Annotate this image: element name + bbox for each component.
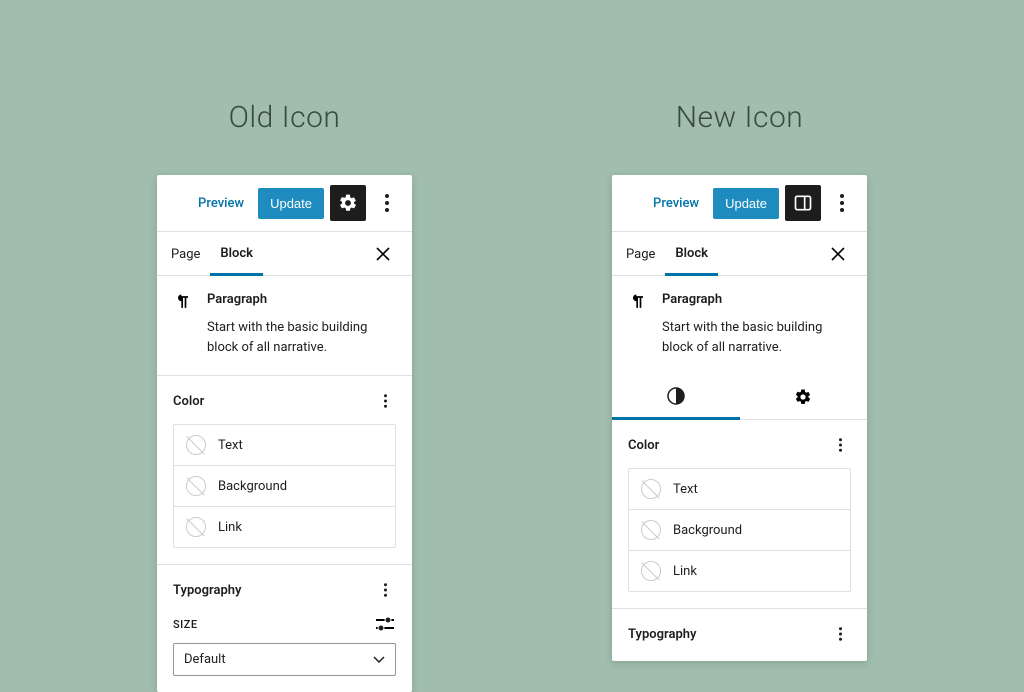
color-item-link[interactable]: Link — [629, 551, 850, 591]
color-item-label: Background — [218, 479, 287, 494]
update-button[interactable]: Update — [713, 188, 779, 219]
empty-swatch-icon — [641, 561, 661, 581]
dots-vertical-icon — [839, 627, 842, 641]
paragraph-icon — [628, 292, 648, 312]
toolbar: Preview Update — [157, 175, 412, 232]
dots-vertical-icon — [840, 194, 844, 212]
color-item-text[interactable]: Text — [629, 469, 850, 510]
tab-page[interactable]: Page — [171, 233, 210, 274]
gear-icon — [794, 388, 812, 406]
color-item-label: Text — [218, 438, 243, 453]
close-sidebar-button[interactable] — [823, 239, 853, 269]
preview-button[interactable]: Preview — [190, 188, 252, 219]
block-description: Start with the basic building block of a… — [207, 318, 396, 357]
close-sidebar-button[interactable] — [368, 239, 398, 269]
preview-button[interactable]: Preview — [645, 188, 707, 219]
toolbar: Preview Update — [612, 175, 867, 232]
empty-swatch-icon — [186, 517, 206, 537]
paragraph-icon — [173, 292, 193, 312]
empty-swatch-icon — [641, 479, 661, 499]
settings-panel-old: Preview Update Page Block — [157, 175, 412, 692]
empty-swatch-icon — [186, 435, 206, 455]
color-item-label: Background — [673, 523, 742, 538]
close-icon — [376, 247, 390, 261]
size-select-value: Default — [184, 652, 226, 667]
size-select[interactable]: Default — [173, 643, 396, 676]
color-item-background[interactable]: Background — [629, 510, 850, 551]
half-circle-icon — [667, 387, 685, 405]
color-section: Color Text Background — [612, 420, 867, 609]
block-title: Paragraph — [207, 292, 267, 307]
block-info: Paragraph Start with the basic building … — [157, 276, 412, 376]
sidebar-tabs: Page Block — [157, 232, 412, 276]
more-options-button[interactable] — [372, 185, 402, 221]
color-item-text[interactable]: Text — [174, 425, 395, 466]
dots-vertical-icon — [384, 394, 387, 408]
typography-section-title: Typography — [628, 627, 697, 642]
new-heading: New Icon — [676, 100, 804, 135]
typography-section: Typography — [612, 609, 867, 661]
settings-sidebar-button[interactable] — [785, 185, 821, 221]
typography-options-button[interactable] — [374, 579, 396, 601]
color-item-label: Link — [673, 564, 697, 579]
dots-vertical-icon — [839, 438, 842, 452]
color-list: Text Background Link — [173, 424, 396, 548]
gear-icon — [338, 193, 358, 213]
update-button[interactable]: Update — [258, 188, 324, 219]
empty-swatch-icon — [186, 476, 206, 496]
sidebar-tabs: Page Block — [612, 232, 867, 276]
sliders-icon — [376, 617, 394, 631]
color-options-button[interactable] — [829, 434, 851, 456]
old-icon-column: Old Icon Preview Update Page Bloc — [157, 100, 412, 692]
block-description: Start with the basic building block of a… — [662, 318, 851, 357]
typography-section-title: Typography — [173, 583, 242, 598]
color-list: Text Background Link — [628, 468, 851, 592]
size-label: SIZE — [173, 618, 198, 631]
dots-vertical-icon — [385, 194, 389, 212]
tab-page[interactable]: Page — [626, 233, 665, 274]
more-options-button[interactable] — [827, 185, 857, 221]
color-item-link[interactable]: Link — [174, 507, 395, 547]
color-options-button[interactable] — [374, 390, 396, 412]
color-item-label: Text — [673, 482, 698, 497]
typography-section: Typography SIZE De — [157, 565, 412, 692]
settings-gear-button[interactable] — [330, 185, 366, 221]
block-info: Paragraph Start with the basic building … — [612, 276, 867, 375]
empty-swatch-icon — [641, 520, 661, 540]
color-item-background[interactable]: Background — [174, 466, 395, 507]
styles-tab[interactable] — [612, 375, 740, 420]
color-section: Color Text Background — [157, 376, 412, 565]
tab-block[interactable]: Block — [210, 232, 263, 276]
tab-block[interactable]: Block — [665, 232, 718, 276]
dots-vertical-icon — [384, 583, 387, 597]
block-title: Paragraph — [662, 292, 722, 307]
chevron-down-icon — [373, 656, 385, 664]
old-heading: Old Icon — [229, 100, 341, 135]
advanced-tab[interactable] — [740, 375, 868, 419]
size-control-button[interactable] — [374, 613, 396, 635]
color-section-title: Color — [173, 394, 204, 409]
settings-panel-new: Preview Update Page Block — [612, 175, 867, 661]
close-icon — [831, 247, 845, 261]
style-advanced-tabs — [612, 375, 867, 420]
color-section-title: Color — [628, 438, 659, 453]
typography-options-button[interactable] — [829, 623, 851, 645]
color-item-label: Link — [218, 520, 242, 535]
new-icon-column: New Icon Preview Update Page Bloc — [612, 100, 867, 692]
sidebar-panel-icon — [793, 193, 813, 213]
